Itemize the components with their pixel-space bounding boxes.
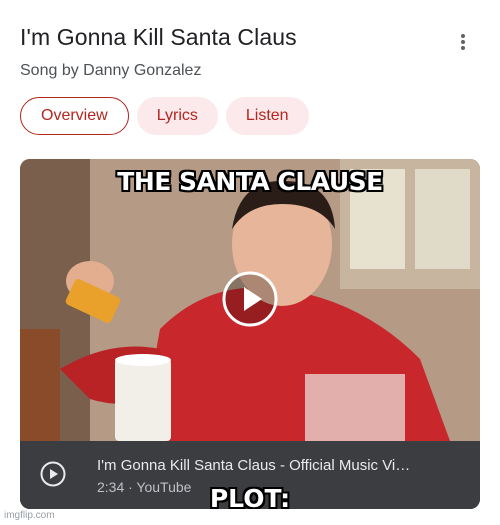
play-center-icon[interactable]: [221, 270, 279, 328]
thumb-sweater-pattern: [305, 374, 405, 441]
thumb-milk-top: [115, 354, 171, 366]
imgflip-watermark: imgflip.com: [4, 510, 55, 521]
song-subtitle: Song by Danny Gonzalez: [20, 62, 202, 79]
page-title: I'm Gonna Kill Santa Claus: [20, 24, 297, 50]
tab-listen[interactable]: Listen: [225, 97, 309, 135]
meme-top-caption: THE SANTA CLAUSE: [117, 167, 383, 196]
tab-overview[interactable]: Overview: [20, 97, 129, 135]
thumb-milk-glass: [115, 359, 171, 441]
meme-bottom-caption: PLOT:: [209, 484, 291, 509]
tab-lyrics[interactable]: Lyrics: [136, 97, 218, 135]
video-title[interactable]: I'm Gonna Kill Santa Claus - Official Mu…: [97, 457, 410, 474]
video-card[interactable]: THE SANTA CLAUSE I'm Gonna Kill Santa Cl…: [20, 159, 480, 509]
thumb-chair: [20, 329, 60, 441]
tab-bar: Overview Lyrics Listen: [20, 97, 309, 135]
more-options-icon[interactable]: [457, 34, 469, 54]
